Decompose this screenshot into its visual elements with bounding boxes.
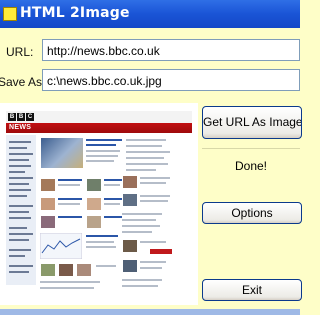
- thumb-photo: [122, 175, 138, 189]
- bbc-logo: B B C: [8, 113, 34, 121]
- thumb-photo: [40, 263, 56, 277]
- url-input[interactable]: http://news.bbc.co.uk: [42, 39, 300, 61]
- window-title: HTML 2Image: [20, 5, 130, 21]
- thumb-photo: [40, 197, 56, 211]
- title-bar: HTML 2Image: [0, 0, 300, 28]
- thumb-photo: [40, 215, 56, 229]
- thumb-photo: [86, 178, 102, 192]
- lead-photo: [40, 137, 84, 169]
- preview-left-nav: [6, 135, 36, 285]
- url-label: URL:: [6, 45, 34, 59]
- thumb-photo: [76, 263, 92, 277]
- window-bottom-border: [0, 309, 300, 315]
- thumb-photo: [86, 215, 102, 229]
- thumb-photo: [122, 193, 138, 207]
- exit-button[interactable]: Exit: [202, 279, 302, 301]
- preview-image: B B C NEWS: [0, 103, 198, 305]
- news-banner: NEWS: [6, 123, 192, 133]
- thumb-photo: [40, 178, 56, 192]
- save-as-input[interactable]: c:\news.bbc.co.uk.jpg: [42, 69, 300, 91]
- preview-graph: [40, 233, 82, 259]
- thumb-photo: [58, 263, 74, 277]
- logo-letter: B: [17, 113, 25, 121]
- options-button[interactable]: Options: [202, 202, 302, 224]
- save-as-label: Save As:: [0, 75, 46, 89]
- status-label: Done!: [202, 148, 300, 183]
- news-wordmark: NEWS: [9, 124, 32, 131]
- thumb-photo: [86, 197, 102, 211]
- app-icon: [3, 7, 17, 21]
- get-url-as-image-button[interactable]: Get URL As Image: [202, 106, 302, 139]
- logo-letter: B: [8, 113, 16, 121]
- thumb-photo: [122, 259, 138, 273]
- logo-letter: C: [26, 113, 34, 121]
- thumb-photo: [122, 239, 138, 253]
